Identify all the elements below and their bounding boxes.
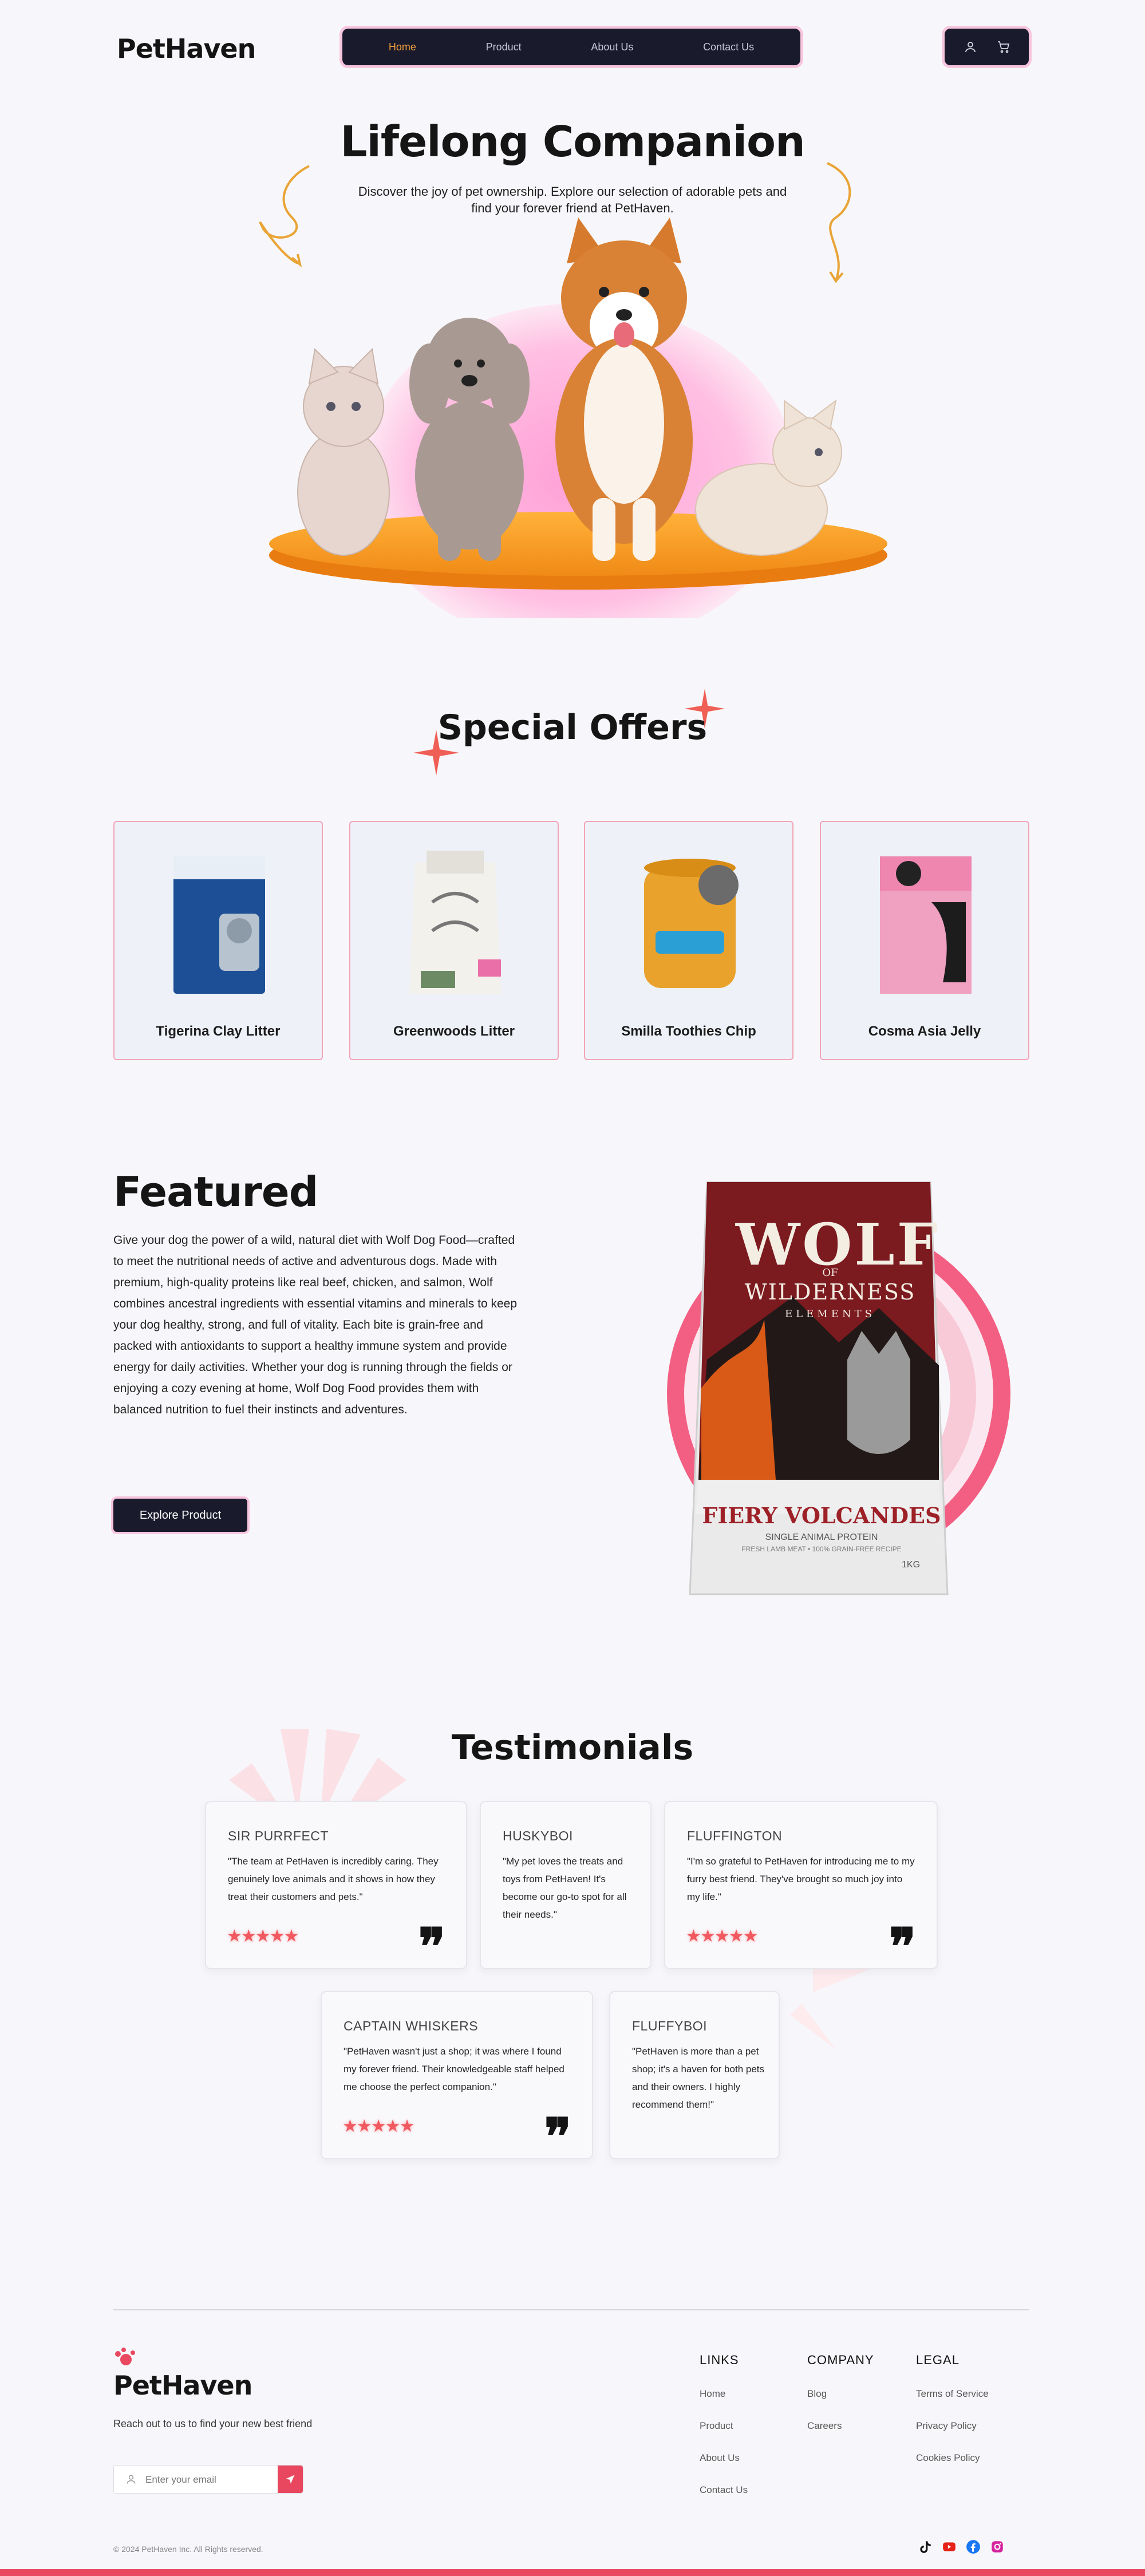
offer-card[interactable]: Smilla Toothies Chip [584,821,793,1060]
email-input[interactable] [145,2470,271,2490]
testimonial-card: SIR PURRFECT "The team at PetHaven is in… [205,1801,467,1969]
product-image [644,859,739,988]
testimonial-author: HUSKYBOI [503,1828,573,1843]
offer-card[interactable]: Greenwoods Litter [349,821,559,1060]
footer-link[interactable]: Privacy Policy [916,2420,989,2432]
newsletter-form [113,2465,303,2494]
star-rating: ★★★★★ [686,1927,758,1946]
nav-contact-us[interactable]: Contact Us [703,41,754,53]
hero-pets-illustration [259,162,887,618]
product-desc: SINGLE ANIMAL PROTEIN [765,1532,878,1542]
offer-name: Smilla Toothies Chip [621,1024,756,1039]
footer-link[interactable]: Cookies Policy [916,2452,989,2464]
testimonial-text: "My pet loves the treats and toys from P… [503,1856,627,1920]
footer-link[interactable]: Product [700,2420,748,2432]
footer-column-title: LEGAL [916,2353,960,2367]
user-icon [127,2475,136,2484]
footer-tagline: Reach out to us to find your new best fr… [113,2418,313,2429]
testimonial-text: "PetHaven is more than a pet shop; it's … [632,2046,765,2110]
product-flavor: FIERY VOLCANDES [702,1503,941,1528]
featured-product-image[interactable]: WOLF OF WILDERNESS ELEMENTS FIERY VOLCAN… [621,1171,1016,1606]
testimonial-author: FLUFFYBOI [632,2018,708,2033]
product-of: OF [822,1267,838,1279]
product-desc-2: FRESH LAMB MEAT • 100% GRAIN-FREE RECIPE [741,1545,902,1553]
footer-column-title: COMPANY [807,2353,874,2367]
product-sub: ELEMENTS [785,1308,875,1320]
quote-icon: ❞ [418,1921,445,1955]
testimonial-text: "PetHaven wasn't just a shop; it was whe… [344,2046,564,2092]
nav-home[interactable]: Home [389,41,416,53]
product-image [173,856,265,994]
quote-icon: ❞ [889,1921,916,1955]
footer-accent-bar [0,2569,1145,2576]
nav-about-us[interactable]: About Us [591,41,633,53]
footer-column-legal: LEGAL Terms of Service Privacy Policy Co… [916,2353,989,2484]
footer-column-company: COMPANY Blog Careers [807,2353,874,2452]
footer-link[interactable]: About Us [700,2452,748,2464]
account-cart-group [945,29,1029,65]
footer-column-links: LINKS Home Product About Us Contact Us [700,2353,748,2516]
send-button[interactable] [278,2466,303,2493]
tiktok-icon[interactable] [918,2539,933,2554]
social-links [918,2539,1005,2554]
offer-card[interactable]: Cosma Asia Jelly [820,821,1029,1060]
testimonial-card: FLUFFINGTON "I'm so grateful to PetHaven… [664,1801,938,1969]
site-logo[interactable]: PetHaven [117,33,256,64]
testimonial-author: SIR PURRFECT [228,1828,329,1843]
testimonial-text: "I'm so grateful to PetHaven for introdu… [687,1856,915,1902]
offer-card[interactable]: Tigerina Clay Litter [113,821,323,1060]
offer-name: Tigerina Clay Litter [156,1024,281,1039]
special-offers-title: Special Offers [437,708,708,748]
testimonial-card: CAPTAIN WHISKERS "PetHaven wasn't just a… [321,1991,593,2159]
quote-icon: ❞ [544,2111,571,2146]
instagram-icon[interactable] [990,2539,1005,2554]
user-icon[interactable] [964,40,977,54]
copyright-text: © 2024 PetHaven Inc. All Rights reserved… [113,2545,263,2554]
product-line: WILDERNESS [744,1279,916,1305]
testimonials-title: Testimonials [451,1728,694,1768]
testimonial-author: FLUFFINGTON [687,1828,783,1843]
footer-link[interactable]: Careers [807,2420,874,2432]
nav-product[interactable]: Product [486,41,522,53]
featured-description: Give your dog the power of a wild, natur… [113,1234,518,1416]
product-weight: 1KG [902,1560,921,1570]
star-rating: ★★★★★ [342,2117,414,2136]
testimonial-card: HUSKYBOI "My pet loves the treats and to… [480,1801,652,1969]
offer-name: Cosma Asia Jelly [868,1024,981,1039]
footer-logo[interactable]: PetHaven [113,2370,252,2401]
cart-icon[interactable] [997,40,1010,54]
testimonial-card: FLUFFYBOI "PetHaven is more than a pet s… [609,1991,780,2159]
footer-link[interactable]: Contact Us [700,2484,748,2496]
footer-link[interactable]: Home [700,2388,748,2400]
footer-link[interactable]: Blog [807,2388,874,2400]
star-rating: ★★★★★ [227,1927,299,1946]
explore-product-button[interactable]: Explore Product [113,1499,247,1532]
main-nav: Home Product About Us Contact Us [342,29,800,65]
offer-name: Greenwoods Litter [393,1024,515,1039]
footer-link[interactable]: Terms of Service [916,2388,989,2400]
product-image [409,851,501,994]
facebook-icon[interactable] [966,2539,981,2554]
testimonial-author: CAPTAIN WHISKERS [344,2018,479,2033]
featured-title: Featured [113,1168,318,1216]
footer-divider [113,2309,1029,2310]
product-image [880,856,972,994]
testimonial-text: "The team at PetHaven is incredibly cari… [228,1856,439,1902]
paw-logo-icon [115,2348,135,2365]
footer-column-title: LINKS [700,2353,739,2367]
send-icon [286,2475,295,2484]
youtube-icon[interactable] [942,2539,957,2554]
